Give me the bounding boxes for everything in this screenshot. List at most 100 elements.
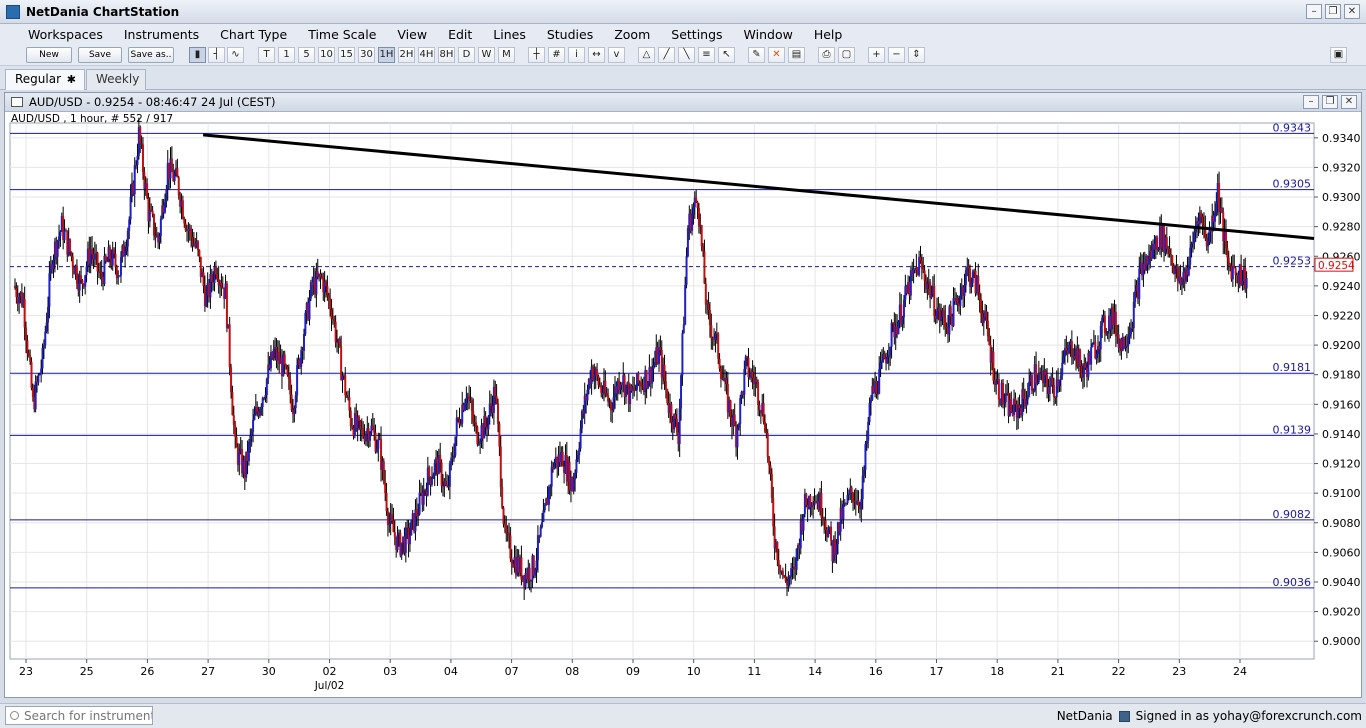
timescale-month[interactable]: M [498,47,515,63]
save-as-button[interactable]: Save as.. [128,47,174,63]
level-label: 0.9036 [1273,576,1312,589]
grid-icon[interactable]: # [548,47,565,63]
tab-close-icon[interactable]: ✱ [67,70,76,89]
candle-body [784,576,787,581]
timescale-15m[interactable]: 15 [338,47,355,63]
x-tick-label: 16 [869,665,883,678]
pointer-tool-icon[interactable]: ↖ [718,47,735,63]
timescale-week[interactable]: W [478,47,495,63]
candle-body [541,521,544,528]
timescale-10m[interactable]: 10 [318,47,335,63]
candle-body [634,389,637,391]
timescale-tick[interactable]: T [258,47,275,63]
menu-lines[interactable]: Lines [483,27,537,42]
candle-body [1193,232,1196,243]
search-input[interactable] [5,706,153,725]
candle-body [455,417,458,437]
minimize-icon[interactable]: – [1306,4,1322,19]
menu-chart-type[interactable]: Chart Type [210,27,298,42]
candle-body [857,500,860,507]
zoom-in-icon[interactable]: + [868,47,885,63]
zoom-fit-icon[interactable]: ⇕ [908,47,925,63]
candle-body [448,463,451,487]
timescale-1h[interactable]: 1H [378,47,395,63]
candle-body [125,246,128,252]
candle-body [1191,242,1194,245]
candle-body [729,400,732,418]
candle-body [440,462,443,486]
level-label: 0.9082 [1273,508,1312,521]
timescale-8h[interactable]: 8H [438,47,455,63]
candle-body [181,200,184,219]
ohlc-bar-icon[interactable]: ┤ [208,47,225,63]
menu-settings[interactable]: Settings [661,27,733,42]
timescale-day[interactable]: D [458,47,475,63]
candle-body [547,486,550,505]
channel-tool-icon[interactable]: ╲ [678,47,695,63]
candle-body [956,298,959,304]
panel-toggle-icon[interactable]: ▣ [1330,47,1347,63]
candle-body [253,414,256,420]
print-preview-icon[interactable]: ▢ [838,47,855,63]
timescale-4h[interactable]: 4H [418,47,435,63]
tab-weekly[interactable]: Weekly [86,69,146,90]
candle-body [980,299,983,314]
menu-zoom[interactable]: Zoom [604,27,661,42]
crosshair-icon[interactable]: ┼ [528,47,545,63]
candle-body [31,388,34,398]
menu-window[interactable]: Window [734,27,804,42]
candle-body [1048,385,1051,395]
level-label: 0.9139 [1273,423,1312,436]
save-button[interactable]: Save [78,47,122,63]
menu-instruments[interactable]: Instruments [114,27,210,42]
scroll-arrows-icon[interactable]: ↔ [588,47,605,63]
tab-regular[interactable]: Regular ✱ [5,69,85,90]
candlestick-icon[interactable]: ▮ [189,47,206,63]
candle-body [452,455,455,459]
fibonacci-tool-icon[interactable]: ≡ [698,47,715,63]
bell-alert-icon[interactable]: △ [638,47,655,63]
volume-icon[interactable]: v [608,47,625,63]
timescale-5m[interactable]: 5 [298,47,315,63]
menu-time-scale[interactable]: Time Scale [298,27,387,42]
timescale-30m[interactable]: 30 [358,47,375,63]
candle-body [235,436,238,448]
timescale-2h[interactable]: 2H [398,47,415,63]
candle-body [396,534,399,550]
pen-tool-icon[interactable]: ✎ [748,47,765,63]
trendline-tool-icon[interactable]: ╱ [658,47,675,63]
candle-body [126,230,129,247]
candle-body [1187,264,1190,276]
close-icon[interactable]: ✕ [1344,4,1360,19]
menu-help[interactable]: Help [804,27,854,42]
candle-body [183,218,186,224]
candle-body [580,410,583,429]
price-chart[interactable]: 23 25 26 27 30 02 03 04 07 08 09 10 11 14 16 17 18 21 22 23… [5,93,1361,697]
menu-view[interactable]: View [387,27,438,42]
candle-body [930,294,933,298]
candle-body [433,463,436,476]
delete-all-icon[interactable]: ▤ [788,47,805,63]
info-icon[interactable]: i [568,47,585,63]
menu-studies[interactable]: Studies [537,27,604,42]
line-chart-icon[interactable]: ∿ [227,47,244,63]
candle-body [499,446,502,488]
candle-body [700,225,703,247]
y-tick-label: 0.9200 [1322,339,1361,352]
zoom-out-icon[interactable]: − [888,47,905,63]
print-icon[interactable]: ⎙ [818,47,835,63]
menu-workspaces[interactable]: Workspaces [18,27,114,42]
candle-body [1079,349,1082,366]
candle-body [1025,399,1028,407]
candle-body [1194,228,1197,233]
candle-body [850,487,853,493]
candle-body [444,481,447,485]
timescale-1m[interactable]: 1 [278,47,295,63]
new-button[interactable]: New [26,47,72,63]
menu-edit[interactable]: Edit [438,27,483,42]
delete-lines-icon[interactable]: ✕ [768,47,785,63]
candle-body [758,404,761,411]
candle-body [751,371,754,378]
x-tick-label: 25 [80,665,94,678]
maximize-icon[interactable]: ❐ [1325,4,1341,19]
